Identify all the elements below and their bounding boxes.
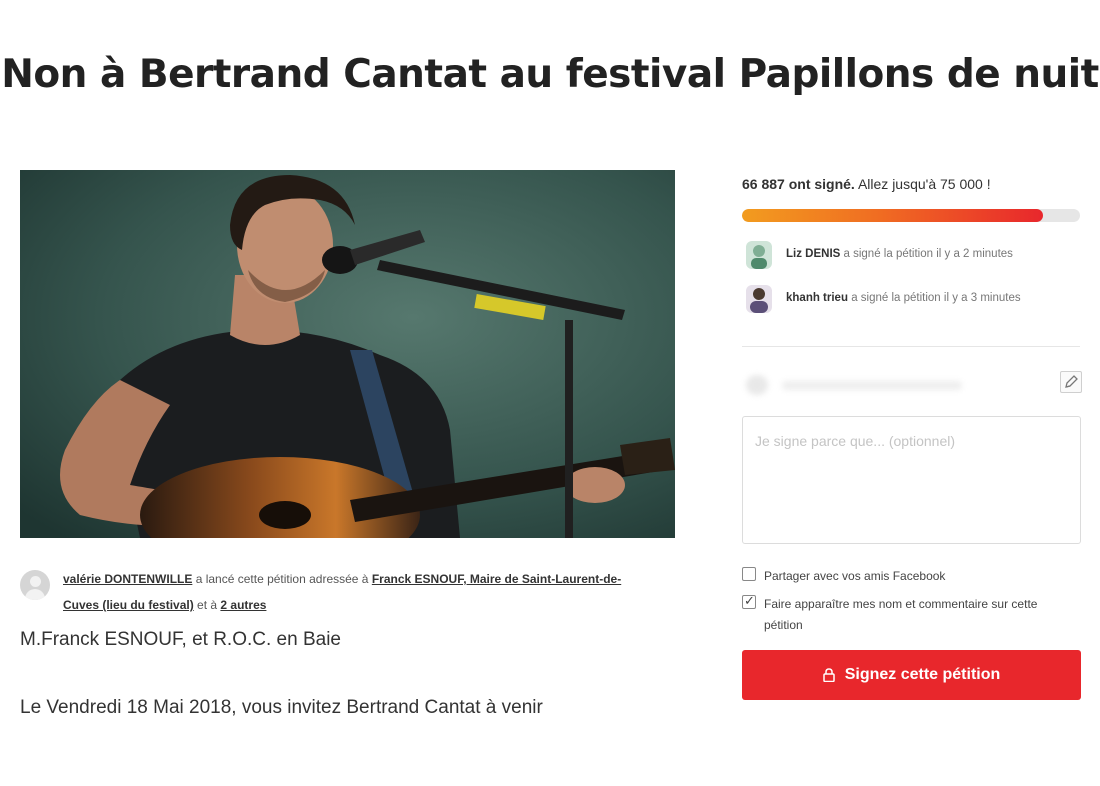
signature-progress-fill xyxy=(742,209,1043,222)
blurred-user-identity xyxy=(742,375,967,395)
sign-petition-button[interactable]: Signez cette pétition xyxy=(742,650,1081,700)
lock-icon xyxy=(822,668,835,683)
signer-action: a signé la pétition il y a 3 minutes xyxy=(851,292,1021,304)
pencil-icon[interactable] xyxy=(1060,371,1082,393)
other-targets-link[interactable]: 2 autres xyxy=(220,598,266,612)
comment-field[interactable] xyxy=(742,416,1081,544)
signer-name: khanh trieu xyxy=(786,292,848,304)
share-facebook-checkbox[interactable] xyxy=(742,567,756,581)
signer-text: khanh trieu a signé la pétition il y a 3… xyxy=(786,292,1021,304)
display-name-checkbox[interactable] xyxy=(742,593,756,609)
display-name-option[interactable]: Faire apparaître mes nom et commentaire … xyxy=(742,593,1082,637)
author-text-2: et à xyxy=(197,598,218,612)
signer-name: Liz DENIS xyxy=(786,248,841,260)
petition-body-paragraph: Le Vendredi 18 Mai 2018, vous invitez Be… xyxy=(20,697,543,718)
recent-signer: khanh trieu a signé la pétition il y a 3… xyxy=(742,285,1082,317)
signature-count: 66 887 ont signé. Allez jusqu'à 75 000 ! xyxy=(742,176,991,192)
share-facebook-label: Partager avec vos amis Facebook xyxy=(764,569,946,583)
signer-avatar xyxy=(746,285,772,313)
signature-progress-bar xyxy=(742,209,1080,222)
author-avatar xyxy=(20,570,50,600)
sign-button-label: Signez cette pétition xyxy=(844,666,1001,683)
signer-text: Liz DENIS a signé la pétition il y a 2 m… xyxy=(786,248,1013,260)
share-facebook-option[interactable]: Partager avec vos amis Facebook xyxy=(742,565,1082,585)
signature-count-value: 66 887 ont signé. xyxy=(742,176,855,192)
petition-title: Non à Bertrand Cantat au festival Papill… xyxy=(1,52,1099,97)
author-description: valérie DONTENWILLE a lancé cette pétiti… xyxy=(63,566,643,618)
divider xyxy=(742,346,1080,347)
signature-goal: Allez jusqu'à 75 000 ! xyxy=(857,176,991,192)
recent-signer: Liz DENIS a signé la pétition il y a 2 m… xyxy=(742,241,1082,273)
petition-photo xyxy=(20,170,675,538)
author-text-1: a lancé cette pétition adressée à xyxy=(195,572,369,586)
petition-body-paragraph: M.Franck ESNOUF, et R.O.C. en Baie xyxy=(20,629,341,650)
signer-avatar xyxy=(746,241,772,269)
author-name-link[interactable]: valérie DONTENWILLE xyxy=(63,572,192,586)
display-name-label: Faire apparaître mes nom et commentaire … xyxy=(764,597,1038,632)
signer-action: a signé la pétition il y a 2 minutes xyxy=(843,248,1013,260)
